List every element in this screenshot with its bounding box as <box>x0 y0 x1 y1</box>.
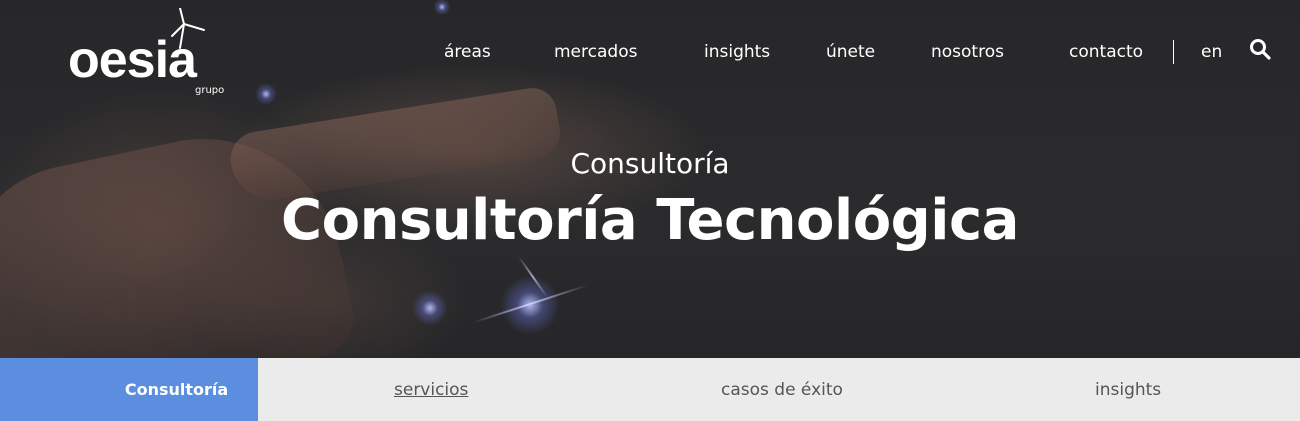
light-flare <box>255 83 277 105</box>
hero-kicker: Consultoría <box>570 147 730 180</box>
light-flare <box>432 0 452 14</box>
subnav-active-tab[interactable]: Consultoría <box>0 358 258 421</box>
brand-subtitle: grupo <box>195 85 225 96</box>
page-title: Consultoría Tecnológica <box>281 188 1019 253</box>
section-subnav: Consultoría servicios casos de éxito ins… <box>0 358 1300 421</box>
search-icon[interactable] <box>1249 38 1271 60</box>
nav-item-mercados[interactable]: mercados <box>554 42 637 62</box>
language-switch[interactable]: en <box>1201 42 1222 62</box>
nav-item-contacto[interactable]: contacto <box>1069 42 1143 62</box>
nav-item-unete[interactable]: únete <box>826 42 875 62</box>
nav-item-nosotros[interactable]: nosotros <box>931 42 1004 62</box>
subnav-active-label: Consultoría <box>124 380 229 399</box>
subnav-link-insights[interactable]: insights <box>1095 379 1161 401</box>
nav-item-areas[interactable]: áreas <box>444 42 491 62</box>
main-navigation: áreas mercados insights únete nosotros c… <box>0 40 1300 64</box>
nav-item-insights[interactable]: insights <box>704 42 770 62</box>
light-flare <box>412 290 448 326</box>
nav-divider <box>1173 40 1174 64</box>
hero-banner: oesia grupo áreas mercados insights únet… <box>0 0 1300 358</box>
subnav-link-casos-de-exito[interactable]: casos de éxito <box>721 379 843 401</box>
subnav-link-servicios[interactable]: servicios <box>394 379 468 401</box>
